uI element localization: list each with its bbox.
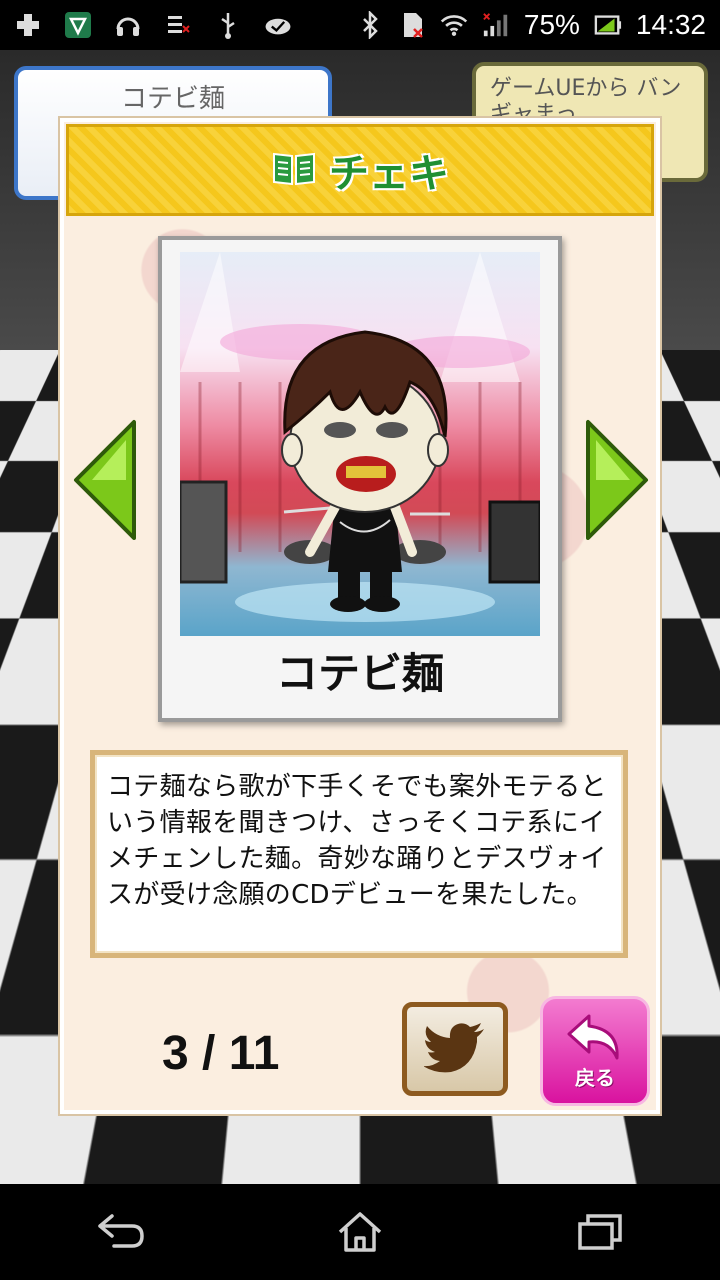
home-icon <box>338 1212 382 1252</box>
ad-text: フルボイス 対応! <box>552 1115 671 1175</box>
recent-apps-icon <box>578 1214 622 1250</box>
check-icon <box>264 11 292 39</box>
plus-icon <box>14 11 42 39</box>
background-name-label: コテビ麺 <box>120 84 225 114</box>
arrow-left-icon <box>74 420 136 540</box>
status-notifications <box>14 11 292 39</box>
arrow-right-icon <box>586 420 648 540</box>
return-arrow-icon <box>567 1014 619 1059</box>
back-icon <box>98 1214 144 1248</box>
twitter-share-button[interactable] <box>402 1002 508 1096</box>
nav-back-button[interactable] <box>80 1202 160 1262</box>
book-icon <box>271 148 317 192</box>
t-app-icon <box>64 11 92 39</box>
cheki-modal: チェキ コテビ麺 コテ麺なら歌が下手くそでも案外モテるという情報を聞きつけ、さっ… <box>60 118 660 1114</box>
next-arrow-button[interactable] <box>584 418 650 542</box>
description-text: コテ麺なら歌が下手くそでも案外モテるという情報を聞きつけ、さっそくコテ系にイメチ… <box>107 772 607 910</box>
back-label: 戻る <box>575 1065 615 1090</box>
nav-recent-apps-button[interactable] <box>560 1202 640 1262</box>
twitter-bird-icon <box>424 1023 484 1073</box>
clock: 14:32 <box>635 9 706 40</box>
character-caption: コテビ麺 <box>275 649 444 698</box>
cheki-photo-frame: コテビ麺 <box>158 236 562 722</box>
sim-icon <box>398 11 426 39</box>
headphones-icon <box>114 11 142 39</box>
page-counter: 3 / 11 <box>162 1027 280 1080</box>
modal-title: チェキ <box>329 151 449 197</box>
status-bar: 75% 14:32 <box>0 0 720 50</box>
modal-header: チェキ <box>66 124 654 216</box>
ad-line-1: フルボイス <box>551 1116 671 1144</box>
bluetooth-icon <box>356 11 384 39</box>
data-icon <box>164 11 192 39</box>
description-box: コテ麺なら歌が下手くそでも案外モテるという情報を聞きつけ、さっそくコテ系にイメチ… <box>90 750 628 958</box>
signal-icon <box>482 11 510 39</box>
ad-line-2: 対応! <box>612 1146 671 1174</box>
usb-icon <box>214 11 242 39</box>
nav-home-button[interactable] <box>320 1202 400 1262</box>
character-illustration <box>180 252 540 622</box>
navigation-bar <box>0 1184 720 1280</box>
wifi-icon <box>440 11 468 39</box>
status-system: 75% 14:32 <box>356 9 706 41</box>
previous-arrow-button[interactable] <box>72 418 138 542</box>
character-photo <box>180 252 540 636</box>
back-button[interactable]: 戻る <box>540 996 650 1106</box>
battery-icon <box>594 11 622 39</box>
battery-percent: 75% <box>523 9 580 40</box>
